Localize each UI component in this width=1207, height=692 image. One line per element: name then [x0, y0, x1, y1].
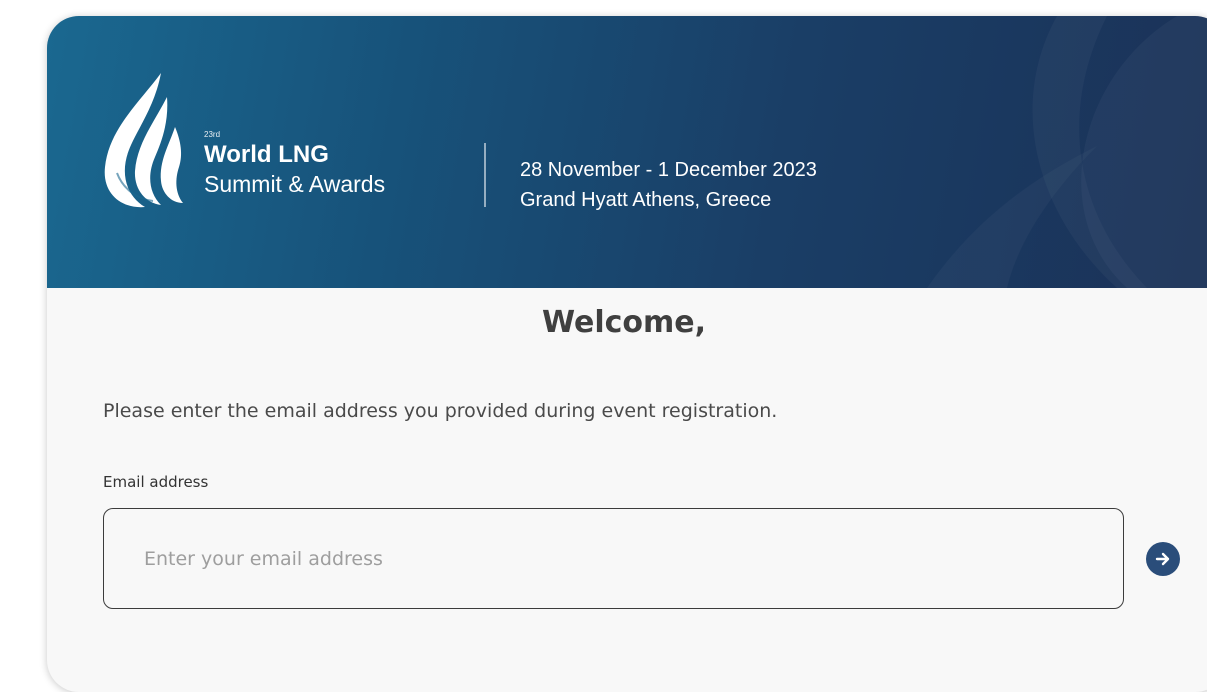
event-banner: 23rd World LNG Summit & Awards 28 Novemb…: [47, 16, 1207, 288]
arrow-right-icon: [1155, 552, 1170, 566]
welcome-heading: Welcome,: [542, 305, 707, 340]
brand-title: World LNG: [204, 141, 329, 168]
banner-divider: [484, 143, 486, 207]
event-venue: Grand Hyatt Athens, Greece: [520, 189, 772, 211]
flame-logo-icon: [104, 73, 183, 208]
edition-label: 23rd: [204, 130, 221, 139]
login-card: 23rd World LNG Summit & Awards 28 Novemb…: [47, 16, 1207, 692]
submit-button[interactable]: [1146, 542, 1180, 576]
instructions-text: Please enter the email address you provi…: [103, 400, 778, 422]
email-input[interactable]: [103, 508, 1124, 609]
event-dates: 28 November - 1 December 2023: [520, 159, 817, 181]
brand-subtitle: Summit & Awards: [204, 171, 386, 197]
email-label: Email address: [103, 473, 209, 491]
